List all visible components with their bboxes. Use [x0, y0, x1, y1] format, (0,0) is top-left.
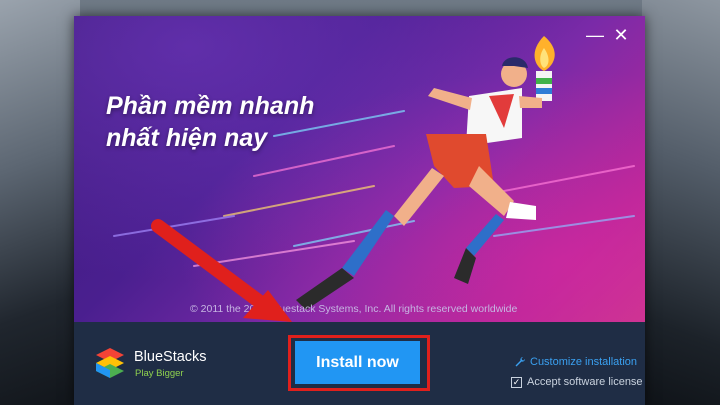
- brand-tagline: Play Bigger: [135, 368, 184, 379]
- promo-banner: — ✕ Phần mềm nhanh nhất hiện nay © 2011 …: [74, 16, 645, 322]
- customize-installation-label: Customize installation: [530, 356, 637, 368]
- runner-illustration: [113, 36, 635, 310]
- desktop-background-left: [0, 0, 80, 405]
- headline: Phần mềm nhanh nhất hiện nay: [106, 90, 314, 154]
- headline-line-1: Phần mềm nhanh: [106, 92, 315, 120]
- customize-installation-link[interactable]: Customize installation: [514, 356, 637, 368]
- close-icon[interactable]: ✕: [610, 24, 632, 46]
- desktop-background-right: [642, 0, 720, 405]
- minimize-icon[interactable]: —: [584, 24, 606, 46]
- accept-license-label: Accept software license: [527, 376, 643, 388]
- accept-license-row: ✓ Accept software license: [511, 376, 643, 388]
- headline-line-2: nhất hiện nay: [106, 124, 268, 152]
- brand-name: BlueStacks: [134, 349, 207, 365]
- installer-footer: BlueStacks Play Bigger Install now Custo…: [74, 322, 645, 405]
- wrench-icon: [515, 357, 525, 367]
- bluestacks-logo-icon: [96, 348, 124, 378]
- checkbox-icon[interactable]: ✓: [511, 376, 522, 388]
- installer-window: — ✕ Phần mềm nhanh nhất hiện nay © 2011 …: [74, 16, 645, 405]
- install-now-button[interactable]: Install now: [295, 341, 420, 384]
- copyright-text: © 2011 the 2021 Bluestack Systems, Inc. …: [190, 303, 518, 315]
